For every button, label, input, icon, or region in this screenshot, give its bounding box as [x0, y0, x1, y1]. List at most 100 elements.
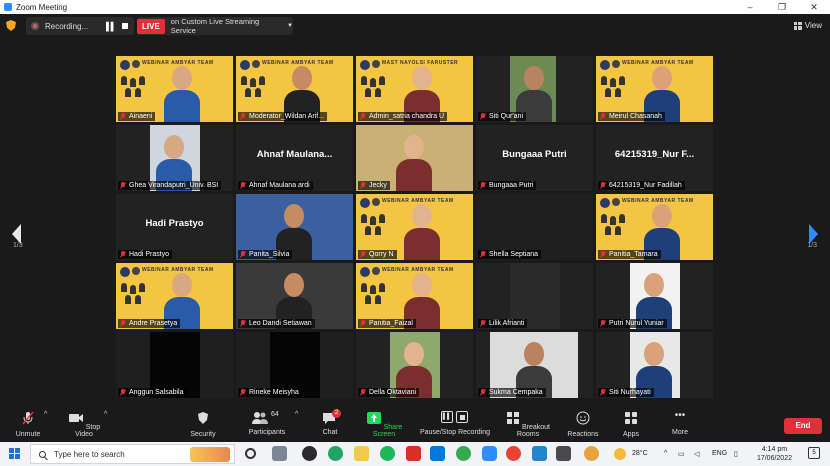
participant-name: Siti Qur'ani: [489, 113, 524, 120]
audio-options-chevron-icon[interactable]: ^: [44, 411, 47, 418]
poster-title: WEBINAR AMBYAR TEAM: [142, 60, 214, 66]
network-icon[interactable]: ▭: [678, 450, 685, 458]
participant-tile[interactable]: WEBINAR AMBYAR TEAM Qorry N: [356, 194, 473, 260]
input-language[interactable]: ENG: [712, 450, 727, 457]
app-icon-red[interactable]: [406, 446, 421, 461]
chrome-icon[interactable]: [456, 446, 471, 461]
participant-tile[interactable]: Panita_Silvia: [236, 194, 353, 260]
taskbar-clock[interactable]: 4:14 pm 17/06/2022: [757, 445, 792, 463]
page-indicator-right: 1/3: [807, 242, 817, 249]
participant-name: Meirul Chasanah: [609, 113, 662, 120]
unmute-button[interactable]: Unmute: [8, 411, 48, 438]
breakout-rooms-button[interactable]: Breakout Rooms: [498, 411, 558, 438]
stop-video-button[interactable]: Stop Video: [62, 411, 106, 438]
security-button[interactable]: Security: [186, 411, 220, 438]
task-view-icon[interactable]: [272, 446, 287, 461]
webinar-badge-icon: [132, 60, 140, 68]
close-button[interactable]: ✕: [798, 0, 830, 14]
apps-button[interactable]: Apps: [618, 411, 644, 438]
webinar-logo-icon: [240, 60, 250, 70]
participant-tile[interactable]: 64215319_Nur F... 64215319_Nur Fadillah: [596, 125, 713, 191]
participant-tile[interactable]: Siti Qur'ani: [476, 56, 593, 122]
webinar-badge-icon: [372, 60, 380, 68]
participant-tile[interactable]: MAST NAYOLSI FARUSTER Admin_satria chandr…: [356, 56, 473, 122]
participant-tile[interactable]: Rineke Meisyha: [236, 332, 353, 398]
participant-tile[interactable]: Ahnaf Maulana... Ahnaf Maulana ardi: [236, 125, 353, 191]
participant-name-label: Rineke Meisyha: [238, 388, 302, 397]
video-options-chevron-icon[interactable]: ^: [104, 411, 107, 418]
participant-tile[interactable]: WEBINAR AMBYAR TEAM Moderator_Wildan Arif…: [236, 56, 353, 122]
file-explorer-icon[interactable]: [354, 446, 369, 461]
cortana-icon[interactable]: [245, 448, 256, 459]
participant-tile[interactable]: WEBINAR AMBYAR TEAM Panitia_Faizal: [356, 263, 473, 329]
participant-tile[interactable]: Lilik Afrianti: [476, 263, 593, 329]
participant-tile[interactable]: Anggun Salsabila: [116, 332, 233, 398]
participant-tile[interactable]: Sukma Cempaka: [476, 332, 593, 398]
store-icon[interactable]: [430, 446, 445, 461]
poster-figures: [361, 76, 391, 98]
pause-recording-icon[interactable]: ▌▌: [106, 22, 116, 31]
windows-start-icon[interactable]: [9, 448, 20, 459]
apps-icon: [625, 412, 637, 424]
participant-tile[interactable]: WEBINAR AMBYAR TEAM Ainaeni: [116, 56, 233, 122]
share-screen-button[interactable]: Share Screen: [360, 411, 408, 438]
battery-icon[interactable]: ▯: [734, 450, 738, 458]
reactions-button[interactable]: Reactions: [564, 411, 602, 438]
pause-stop-recording-button[interactable]: ▌▌ Pause/Stop Recording: [416, 411, 494, 436]
participant-tile[interactable]: Putri Nurul Yuniar: [596, 263, 713, 329]
muted-mic-icon: [240, 320, 246, 327]
chat-button[interactable]: 2 Chat: [318, 409, 342, 436]
live-badge: LIVE: [137, 18, 165, 34]
webinar-badge-icon: [612, 198, 620, 206]
participant-tile[interactable]: WEBINAR AMBYAR TEAM Andre Prasetya: [116, 263, 233, 329]
app-icon-blue[interactable]: [532, 446, 547, 461]
zoom-taskbar-icon[interactable]: [482, 446, 497, 461]
participant-tile[interactable]: WEBINAR AMBYAR TEAM Panitia_Tamara: [596, 194, 713, 260]
participant-tile[interactable]: Leo Dandi Setiawan: [236, 263, 353, 329]
participants-button[interactable]: 64 Participants: [246, 411, 288, 436]
view-button[interactable]: View: [793, 21, 822, 30]
more-dots-icon: •••: [674, 410, 686, 421]
participant-name: Della Oktaviani: [369, 389, 417, 396]
participant-name: Admin_satria chandra U: [369, 113, 445, 120]
participants-label: Participants: [248, 429, 286, 436]
tray-chevron-icon[interactable]: ^: [664, 450, 667, 457]
participant-tile[interactable]: Bungaaa Putri Bungaaa Putri: [476, 125, 593, 191]
volume-icon[interactable]: ◁: [694, 450, 699, 458]
participant-tile[interactable]: Hadi Prastyo Hadi Prastyo: [116, 194, 233, 260]
participant-tile[interactable]: Della Oktaviani: [356, 332, 473, 398]
share-screen-label: Share Screen: [372, 424, 403, 438]
app-icon-a[interactable]: [302, 446, 317, 461]
participant-tile[interactable]: Ghea Virandaputri_Univ. BSI: [116, 125, 233, 191]
webinar-logo-icon: [360, 267, 370, 277]
poster-title: WEBINAR AMBYAR TEAM: [622, 198, 694, 204]
notification-center-icon[interactable]: 5: [808, 447, 820, 459]
muted-mic-icon: [240, 113, 246, 120]
more-button[interactable]: ••• More: [666, 410, 694, 437]
participant-name-label: Sukma Cempaka: [478, 388, 546, 397]
chat-unread-badge: 2: [332, 409, 341, 418]
minimize-button[interactable]: –: [734, 0, 766, 14]
live-stream-menu[interactable]: LIVE on Custom Live Streaming Service ▼: [137, 17, 293, 35]
app-icon-gray[interactable]: [556, 446, 571, 461]
participants-options-chevron-icon[interactable]: ^: [295, 411, 298, 418]
participant-tile[interactable]: WEBINAR AMBYAR TEAM Meirul Chasanah: [596, 56, 713, 122]
participant-display-name: Ahnaf Maulana...: [256, 149, 333, 160]
taskbar-search-input[interactable]: Type here to search: [30, 444, 235, 464]
participant-name: Hadi Prastyo: [129, 251, 170, 258]
edge-browser-icon[interactable]: [328, 446, 343, 461]
participant-tile[interactable]: Shella Septiana: [476, 194, 593, 260]
chrome-profile-icon[interactable]: [506, 446, 521, 461]
participant-name-label: Qorry N: [358, 250, 397, 259]
recording-indicator: Recording... ▌▌: [26, 17, 134, 35]
participant-tile[interactable]: Siti Nurhayati: [596, 332, 713, 398]
end-meeting-button[interactable]: End: [784, 418, 822, 434]
app-icon-orange[interactable]: [584, 446, 599, 461]
stop-recording-icon[interactable]: [122, 23, 128, 29]
recording-label: Recording...: [45, 21, 89, 31]
shield-icon[interactable]: [6, 20, 16, 31]
participant-tile[interactable]: Jecky: [356, 125, 473, 191]
spotify-icon[interactable]: [380, 446, 395, 461]
poster-figures: [121, 283, 151, 305]
maximize-button[interactable]: ❐: [766, 0, 798, 14]
